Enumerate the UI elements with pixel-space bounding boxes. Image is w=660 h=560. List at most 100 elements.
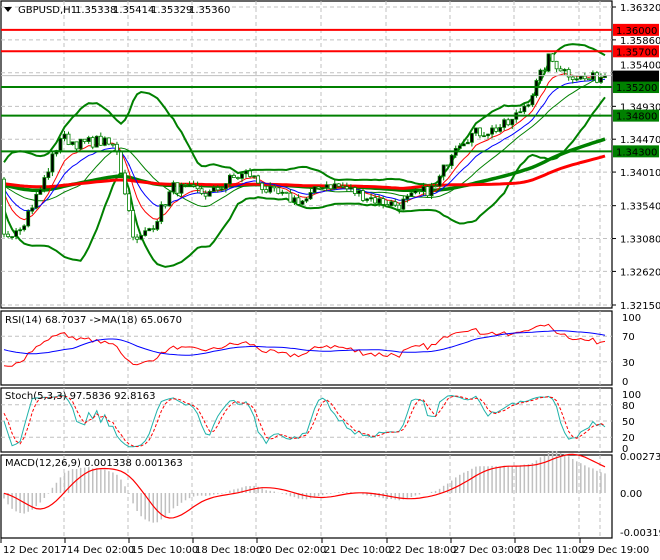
candle bbox=[171, 180, 176, 195]
candle-body bbox=[252, 175, 256, 178]
candle-body bbox=[42, 177, 47, 191]
candle-body bbox=[34, 194, 39, 209]
candle bbox=[123, 169, 127, 196]
candle-body bbox=[574, 78, 579, 81]
candle-body bbox=[248, 170, 252, 177]
stoch-axis-label: 50 bbox=[622, 417, 635, 428]
candle-body bbox=[70, 141, 75, 145]
candle bbox=[78, 138, 83, 150]
candle bbox=[300, 200, 305, 206]
candle bbox=[167, 190, 172, 207]
candle-body bbox=[167, 191, 172, 207]
candle-body bbox=[457, 145, 462, 149]
candle-body bbox=[276, 187, 281, 194]
candle-body bbox=[595, 72, 599, 83]
candle bbox=[530, 93, 535, 107]
candle-body bbox=[449, 154, 454, 167]
candle-body bbox=[494, 127, 498, 132]
time-axis-label: 27 Dec 03:00 bbox=[453, 545, 520, 556]
level-label: 1.36000 bbox=[616, 26, 657, 37]
header-symbol: GBPUSD,H1 bbox=[18, 5, 77, 16]
header-low: 1.35329 bbox=[151, 5, 192, 16]
candle bbox=[94, 135, 99, 148]
candle-body bbox=[348, 187, 353, 190]
candle-body bbox=[498, 127, 503, 132]
price-axis-label: 1.32620 bbox=[620, 267, 660, 278]
candle-body bbox=[38, 189, 43, 195]
time-axis-label: 21 Dec 10:00 bbox=[324, 545, 391, 556]
candle-body bbox=[357, 190, 361, 194]
candle-body bbox=[135, 236, 140, 240]
candle bbox=[595, 71, 599, 84]
candle-body bbox=[256, 175, 261, 184]
rsi-axis-label: 0 bbox=[622, 377, 628, 388]
candle-body bbox=[183, 183, 188, 186]
candle-body bbox=[417, 190, 422, 192]
candle-body bbox=[377, 198, 382, 204]
candle-body bbox=[147, 228, 152, 232]
candle-body bbox=[393, 201, 398, 206]
price-axis-label: 1.36320 bbox=[620, 3, 660, 14]
candle-body bbox=[373, 197, 377, 204]
time-axis-label: 22 Dec 18:00 bbox=[389, 545, 456, 556]
candle-body bbox=[22, 225, 27, 231]
candle-body bbox=[46, 171, 51, 178]
candle-body bbox=[518, 111, 523, 114]
candle-body bbox=[98, 135, 103, 146]
candle-body bbox=[292, 197, 297, 203]
candle-body bbox=[151, 228, 156, 230]
candle-body bbox=[486, 133, 490, 137]
candle bbox=[586, 78, 591, 81]
candle bbox=[139, 235, 144, 241]
candle-body bbox=[106, 137, 111, 145]
level-label: 1.35700 bbox=[616, 47, 657, 58]
header-high: 1.35414 bbox=[113, 5, 154, 16]
candle-body bbox=[405, 195, 410, 200]
candle-body bbox=[284, 191, 289, 194]
candle-body bbox=[369, 197, 373, 200]
candle-body bbox=[506, 119, 511, 126]
candle bbox=[147, 227, 152, 232]
candle-body bbox=[465, 141, 470, 145]
chart-window[interactable]: 1.363201.358601.354001.349301.344701.340… bbox=[0, 0, 660, 560]
stoch-axis-label: 80 bbox=[622, 401, 635, 412]
candle-body bbox=[433, 185, 438, 188]
level-label: 1.35200 bbox=[616, 83, 657, 94]
price-axis-label: 1.34470 bbox=[620, 135, 660, 146]
time-axis-label: 29 Dec 19:00 bbox=[582, 545, 649, 556]
header-close: 1.35360 bbox=[189, 5, 230, 16]
candle-body bbox=[240, 173, 244, 179]
candle bbox=[312, 186, 317, 194]
candle-body bbox=[272, 185, 277, 189]
candle bbox=[127, 192, 131, 212]
price-axis-label: 1.33540 bbox=[620, 202, 660, 213]
candle bbox=[361, 188, 365, 203]
candle bbox=[276, 187, 281, 195]
candle bbox=[102, 136, 107, 147]
candle bbox=[119, 150, 123, 175]
candle-body bbox=[207, 191, 212, 197]
candle bbox=[320, 187, 325, 190]
candle bbox=[550, 53, 555, 63]
candle-body bbox=[227, 174, 232, 185]
candle-body bbox=[361, 190, 365, 201]
candle-body bbox=[542, 69, 547, 72]
time-axis-label: 28 Dec 11:00 bbox=[517, 545, 584, 556]
candle-body bbox=[328, 184, 333, 190]
candle-body bbox=[312, 186, 317, 193]
time-axis-label: 18 Dec 18:00 bbox=[195, 545, 262, 556]
price-axis-label: 1.33080 bbox=[620, 235, 660, 246]
candle-body bbox=[413, 190, 418, 194]
candle-body bbox=[478, 127, 482, 137]
candle-body bbox=[280, 191, 285, 194]
candle-body bbox=[340, 185, 345, 188]
candle bbox=[159, 201, 164, 225]
candle bbox=[534, 78, 539, 98]
candle-body bbox=[195, 185, 200, 190]
candle-body bbox=[159, 204, 164, 222]
candle-body bbox=[171, 182, 176, 193]
candle-body bbox=[586, 78, 591, 81]
candle-body bbox=[175, 182, 180, 194]
candle-body bbox=[445, 164, 450, 167]
candle-body bbox=[389, 201, 394, 207]
